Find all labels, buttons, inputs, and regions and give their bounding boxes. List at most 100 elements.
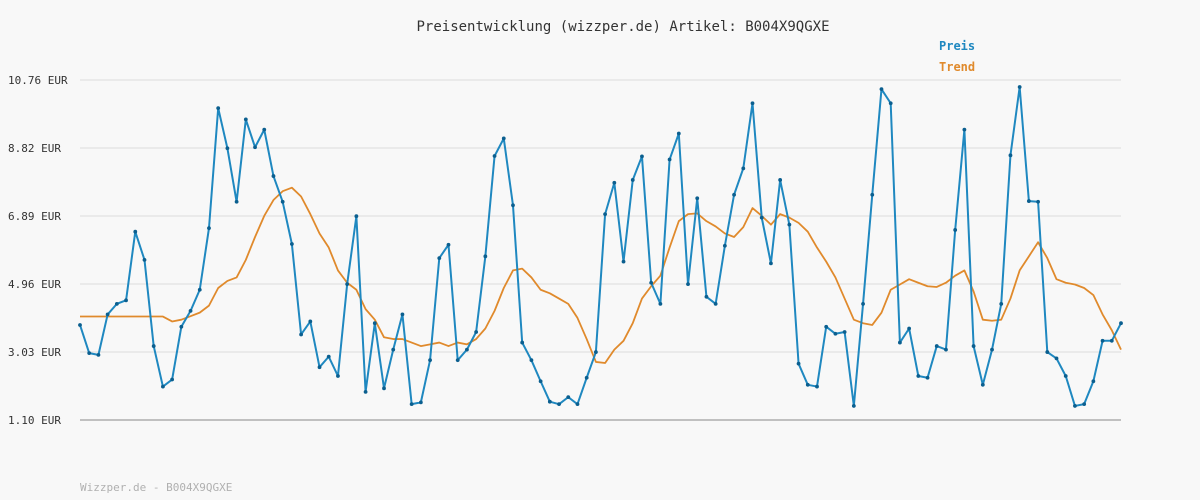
- data-point: [96, 352, 101, 357]
- data-point: [382, 386, 386, 391]
- data-point: [520, 340, 525, 345]
- y-tick-label: 6.89 EUR: [8, 210, 61, 223]
- data-point: [612, 180, 617, 185]
- data-point: [750, 101, 755, 106]
- data-point: [474, 330, 479, 334]
- data-point: [437, 256, 442, 260]
- data-point: [842, 330, 847, 334]
- data-point: [529, 358, 534, 363]
- data-point: [197, 287, 202, 292]
- price-chart: 10.76 EUR 8.82 EUR 6.89 EUR 4.96 EUR 3.03 EU…: [8, 74, 1123, 427]
- data-point: [584, 375, 589, 380]
- data-point: [1026, 199, 1031, 203]
- data-point: [667, 157, 672, 162]
- series-layer: [78, 85, 1123, 408]
- data-point: [409, 402, 414, 407]
- data-point: [787, 222, 792, 227]
- data-point: [234, 199, 239, 204]
- data-point: [990, 347, 994, 352]
- data-point: [317, 365, 322, 370]
- data-point: [704, 294, 709, 299]
- data-point: [179, 324, 184, 329]
- data-point: [630, 178, 635, 182]
- data-point: [142, 257, 147, 262]
- data-point: [824, 324, 829, 329]
- data-point: [1100, 338, 1105, 343]
- data-point: [603, 212, 608, 216]
- data-point: [538, 379, 543, 384]
- data-point: [898, 340, 902, 345]
- data-point: [105, 312, 110, 317]
- series-line-preis: [79, 86, 1122, 407]
- data-point: [483, 254, 488, 259]
- data-point: [934, 344, 939, 348]
- data-point: [492, 154, 497, 158]
- data-point: [713, 301, 718, 306]
- data-point: [833, 331, 838, 336]
- data-point: [465, 347, 469, 352]
- data-point: [372, 321, 377, 326]
- data-point: [722, 243, 727, 248]
- data-point: [216, 106, 221, 111]
- data-point: [87, 351, 92, 356]
- chart-title: Preisentwicklung (wizzper.de) Artikel: B…: [416, 19, 830, 35]
- data-point: [851, 404, 856, 408]
- data-point: [1045, 350, 1050, 354]
- data-point: [161, 384, 165, 389]
- data-point: [188, 308, 193, 313]
- data-point: [280, 199, 285, 204]
- data-point: [980, 382, 985, 387]
- data-point: [225, 146, 230, 151]
- data-point: [243, 117, 248, 122]
- data-point: [133, 229, 138, 234]
- data-point: [207, 226, 211, 231]
- data-point: [1017, 85, 1022, 89]
- y-tick-label: 1.10 EUR: [8, 414, 61, 427]
- data-point: [621, 259, 626, 264]
- data-point: [446, 242, 451, 247]
- data-point: [676, 131, 681, 136]
- data-point: [547, 399, 552, 404]
- data-point: [1063, 374, 1068, 378]
- data-point: [640, 154, 644, 159]
- data-point: [870, 192, 875, 197]
- data-point: [916, 374, 921, 378]
- data-point: [759, 215, 764, 220]
- data-point: [1109, 338, 1114, 343]
- data-point: [557, 402, 561, 407]
- data-point: [326, 354, 331, 359]
- data-point: [593, 350, 598, 354]
- data-point: [114, 301, 119, 306]
- data-point: [124, 298, 128, 303]
- data-point: [566, 395, 571, 400]
- data-point: [999, 301, 1004, 306]
- data-point: [418, 400, 423, 405]
- data-point: [953, 228, 958, 232]
- data-point: [1082, 402, 1087, 407]
- data-point: [1073, 404, 1077, 408]
- data-point: [170, 377, 175, 382]
- data-point: [289, 242, 294, 246]
- y-tick-label: 10.76 EUR: [8, 74, 68, 87]
- data-point: [271, 174, 276, 178]
- data-point: [1119, 321, 1123, 326]
- data-point: [796, 361, 801, 366]
- data-point: [944, 347, 948, 352]
- y-tick-label: 8.82 EUR: [8, 142, 61, 155]
- data-point: [695, 196, 700, 201]
- y-axis-ticks: 10.76 EUR 8.82 EUR 6.89 EUR 4.96 EUR 3.03 EU…: [8, 74, 68, 427]
- data-point: [262, 127, 267, 132]
- data-point: [1008, 153, 1013, 158]
- data-point: [686, 282, 690, 287]
- data-point: [769, 261, 773, 266]
- data-point: [649, 280, 654, 285]
- data-point: [308, 319, 313, 324]
- grid-lines: [80, 79, 1121, 353]
- data-point: [1054, 356, 1059, 361]
- data-point: [336, 374, 340, 378]
- data-point: [151, 344, 156, 348]
- data-point: [345, 282, 350, 287]
- data-point: [1036, 199, 1040, 204]
- data-point: [962, 127, 967, 132]
- data-point: [455, 358, 460, 363]
